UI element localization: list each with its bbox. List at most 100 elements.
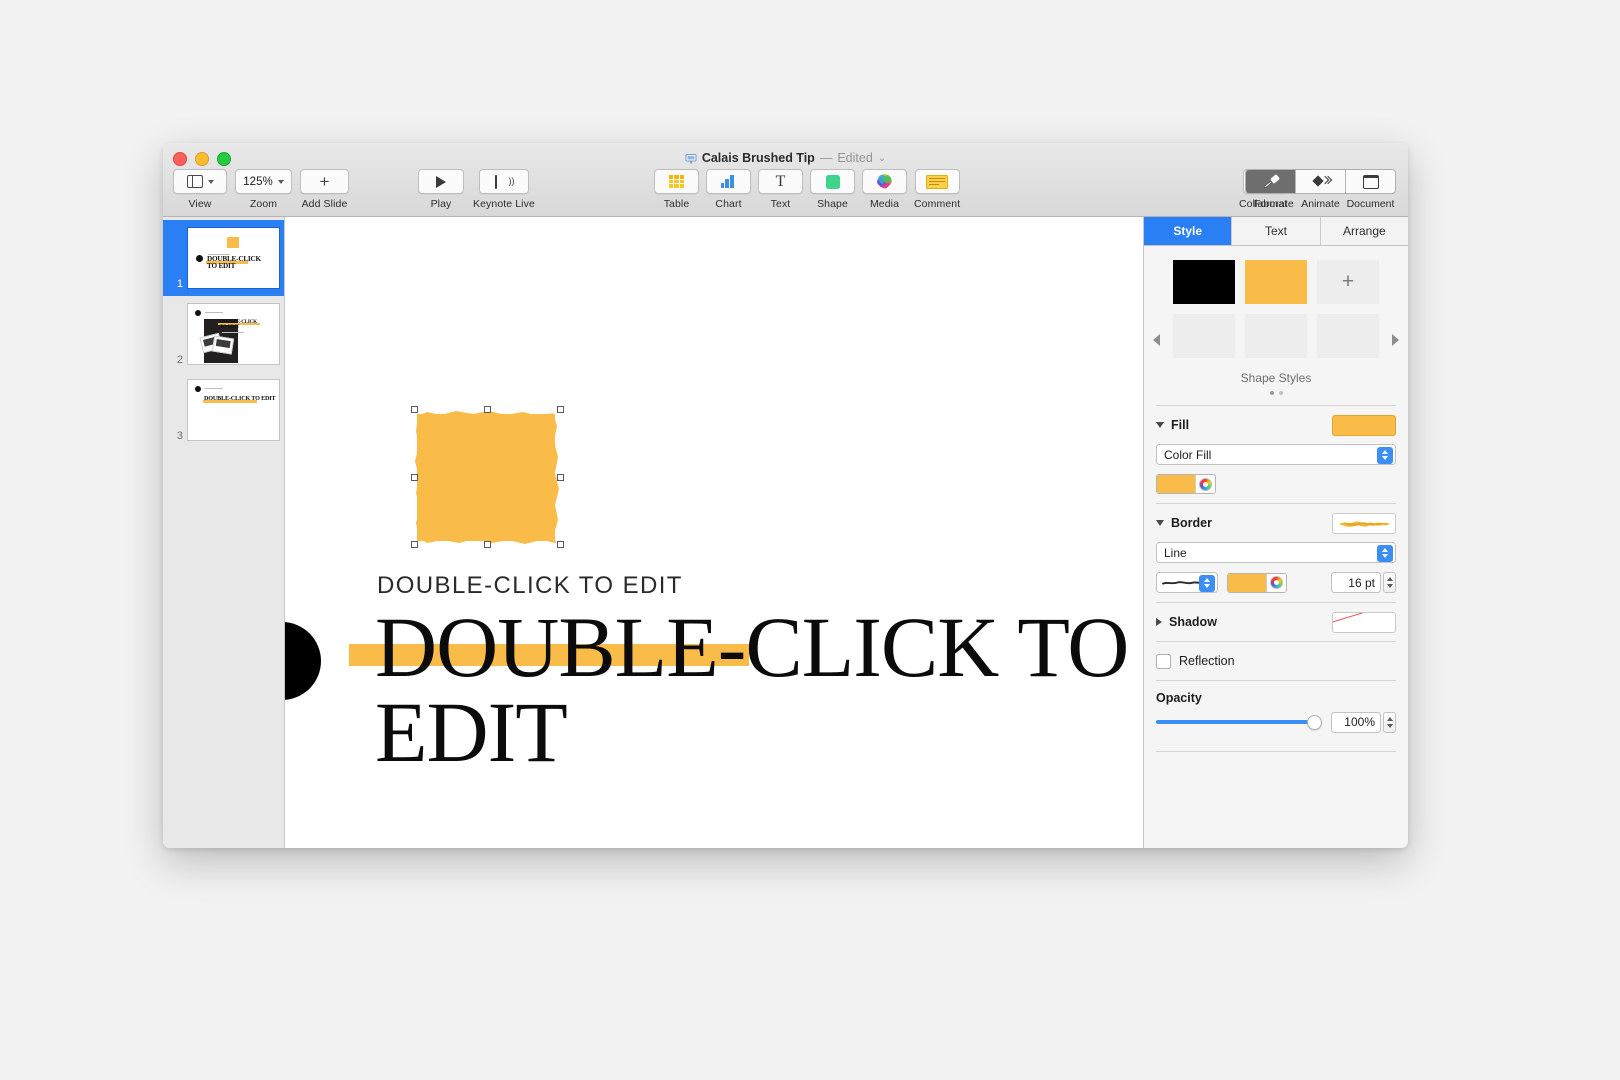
play-button[interactable]: Play bbox=[418, 169, 464, 210]
zoom-label: Zoom bbox=[249, 198, 278, 210]
styles-prev-arrow-icon[interactable] bbox=[1153, 334, 1160, 346]
thumbnail-canvas: DOUBLE-CLICK TO EDIT bbox=[187, 379, 280, 441]
table-label: Table bbox=[663, 198, 690, 210]
border-width-stepper[interactable] bbox=[1383, 572, 1396, 593]
slide-thumbnail-3[interactable]: 3 DOUBLE-CLICK TO EDIT bbox=[163, 372, 284, 448]
selection-handle-nw[interactable] bbox=[411, 406, 418, 413]
opacity-label: Opacity bbox=[1156, 691, 1202, 705]
shape-style-swatch-yellow[interactable] bbox=[1245, 260, 1307, 304]
selection-handle-sw[interactable] bbox=[411, 541, 418, 548]
format-toggle-button[interactable] bbox=[1246, 170, 1296, 193]
close-button[interactable] bbox=[173, 152, 187, 166]
border-width-field[interactable]: 16 pt bbox=[1331, 572, 1381, 593]
chart-button[interactable]: Chart bbox=[706, 169, 751, 210]
shadow-disclosure[interactable]: Shadow bbox=[1156, 615, 1217, 629]
maximize-button[interactable] bbox=[217, 152, 231, 166]
shape-style-swatch-empty-1[interactable] bbox=[1173, 314, 1235, 358]
shape-style-swatch-empty-2[interactable] bbox=[1245, 314, 1307, 358]
keynote-live-button[interactable]: )) Keynote Live bbox=[473, 169, 535, 210]
border-section: Border Line 16 pt bbox=[1144, 504, 1408, 602]
title-chevron-icon[interactable]: ⌄ bbox=[878, 153, 886, 164]
opacity-value-field[interactable]: 100% bbox=[1331, 711, 1381, 733]
shape-style-swatch-black[interactable] bbox=[1173, 260, 1235, 304]
slide-thumbnail-2[interactable]: 2 DOUBLE-CLICK TO EDIT bbox=[163, 296, 284, 372]
minimize-button[interactable] bbox=[195, 152, 209, 166]
document-label: Document bbox=[1346, 198, 1395, 210]
page-dot-2[interactable] bbox=[1278, 391, 1283, 395]
opacity-slider-knob[interactable] bbox=[1307, 714, 1322, 730]
reflection-checkbox[interactable] bbox=[1156, 653, 1171, 669]
border-type-select[interactable]: Line bbox=[1156, 542, 1396, 563]
line-style-stepper-icon[interactable] bbox=[1199, 574, 1215, 592]
selection-handle-e[interactable] bbox=[557, 474, 564, 481]
selection-handle-n[interactable] bbox=[484, 406, 491, 413]
comment-button[interactable]: Comment bbox=[914, 169, 960, 210]
sidebar-layout-icon bbox=[186, 175, 203, 188]
selection-handle-ne[interactable] bbox=[557, 406, 564, 413]
shape-style-grid: + bbox=[1144, 260, 1408, 358]
slide-number: 3 bbox=[176, 430, 183, 442]
border-color-wheel-button[interactable] bbox=[1266, 573, 1286, 592]
view-button[interactable]: View bbox=[173, 169, 227, 210]
border-header-row: Border bbox=[1156, 504, 1396, 542]
border-preview-swatch[interactable] bbox=[1332, 512, 1396, 534]
media-button[interactable]: Media bbox=[862, 169, 907, 210]
selection-handle-s[interactable] bbox=[484, 541, 491, 548]
subtitle-text[interactable]: DOUBLE-CLICK TO EDIT bbox=[377, 572, 683, 600]
plus-icon: + bbox=[319, 172, 330, 191]
fill-type-select[interactable]: Color Fill bbox=[1156, 444, 1396, 465]
border-line-style-select[interactable] bbox=[1156, 572, 1218, 593]
border-disclosure[interactable]: Border bbox=[1156, 516, 1212, 530]
styles-next-arrow-icon[interactable] bbox=[1392, 334, 1399, 346]
shape-styles-pagination[interactable] bbox=[1144, 391, 1408, 395]
fill-color-swatch[interactable] bbox=[1157, 475, 1195, 493]
black-circle-shape[interactable] bbox=[285, 622, 321, 700]
shadow-section: Shadow bbox=[1144, 603, 1408, 641]
fill-disclosure[interactable]: Fill bbox=[1156, 418, 1189, 432]
tab-text[interactable]: Text bbox=[1232, 217, 1321, 245]
zoom-button[interactable]: 125% Zoom bbox=[235, 169, 292, 210]
page-dot-1[interactable] bbox=[1269, 391, 1274, 395]
fill-type-stepper-icon[interactable] bbox=[1377, 446, 1393, 464]
window-body: 1 DOUBLE-CLICK TO EDIT 2 DOUBLE-CLICK TO E… bbox=[163, 217, 1408, 848]
border-color-well[interactable] bbox=[1227, 572, 1287, 593]
triangle-right-icon bbox=[1156, 618, 1162, 626]
headline-text[interactable]: DOUBLE-CLICK TO EDIT bbox=[375, 604, 1143, 775]
slide-navigator[interactable]: 1 DOUBLE-CLICK TO EDIT 2 DOUBLE-CLICK TO E… bbox=[163, 217, 285, 848]
shadow-preview-none[interactable] bbox=[1332, 611, 1396, 633]
reflection-row[interactable]: Reflection bbox=[1156, 642, 1396, 680]
toolbar: Calais Brushed Tip — Edited ⌄ View 125% … bbox=[163, 143, 1408, 217]
tab-style[interactable]: Style bbox=[1144, 217, 1233, 245]
selection-handle-w[interactable] bbox=[411, 474, 418, 481]
fill-color-well[interactable] bbox=[1156, 474, 1216, 494]
text-button[interactable]: T Text bbox=[758, 169, 803, 210]
opacity-stepper[interactable] bbox=[1383, 711, 1396, 733]
add-slide-button[interactable]: + Add Slide bbox=[300, 169, 349, 210]
slide-canvas[interactable]: DOUBLE-CLICK TO EDIT DOUBLE-CLICK TO EDI… bbox=[285, 217, 1143, 848]
slide-thumbnail-1[interactable]: 1 DOUBLE-CLICK TO EDIT bbox=[163, 220, 284, 296]
border-type-value: Line bbox=[1164, 545, 1187, 560]
add-shape-style-button[interactable]: + bbox=[1317, 260, 1379, 304]
opacity-slider[interactable] bbox=[1156, 714, 1322, 730]
selection-handle-se[interactable] bbox=[557, 541, 564, 548]
tab-arrange[interactable]: Arrange bbox=[1320, 217, 1408, 245]
photos-flower-icon bbox=[877, 174, 892, 189]
shape-button[interactable]: Shape bbox=[810, 169, 855, 210]
shape-styles-caption: Shape Styles bbox=[1240, 371, 1312, 385]
animate-toggle-button[interactable] bbox=[1296, 170, 1346, 193]
slide-number: 2 bbox=[176, 354, 183, 366]
shape-style-swatch-empty-3[interactable] bbox=[1317, 314, 1379, 358]
document-toggle-button[interactable] bbox=[1346, 170, 1395, 193]
divider bbox=[1156, 751, 1396, 752]
table-button[interactable]: Table bbox=[654, 169, 699, 210]
media-label: Media bbox=[869, 198, 900, 210]
border-color-swatch[interactable] bbox=[1228, 573, 1266, 592]
triangle-down-icon bbox=[1156, 520, 1164, 526]
zoom-value: 125% bbox=[243, 175, 273, 188]
slide-canvas-area[interactable]: DOUBLE-CLICK TO EDIT DOUBLE-CLICK TO EDI… bbox=[285, 217, 1143, 848]
inspector-segmented-control bbox=[1245, 169, 1396, 194]
fill-color-wheel-button[interactable] bbox=[1195, 475, 1215, 493]
fill-preview-swatch[interactable] bbox=[1332, 414, 1396, 436]
selected-brushed-square[interactable] bbox=[411, 406, 564, 548]
border-type-stepper-icon[interactable] bbox=[1377, 544, 1393, 562]
